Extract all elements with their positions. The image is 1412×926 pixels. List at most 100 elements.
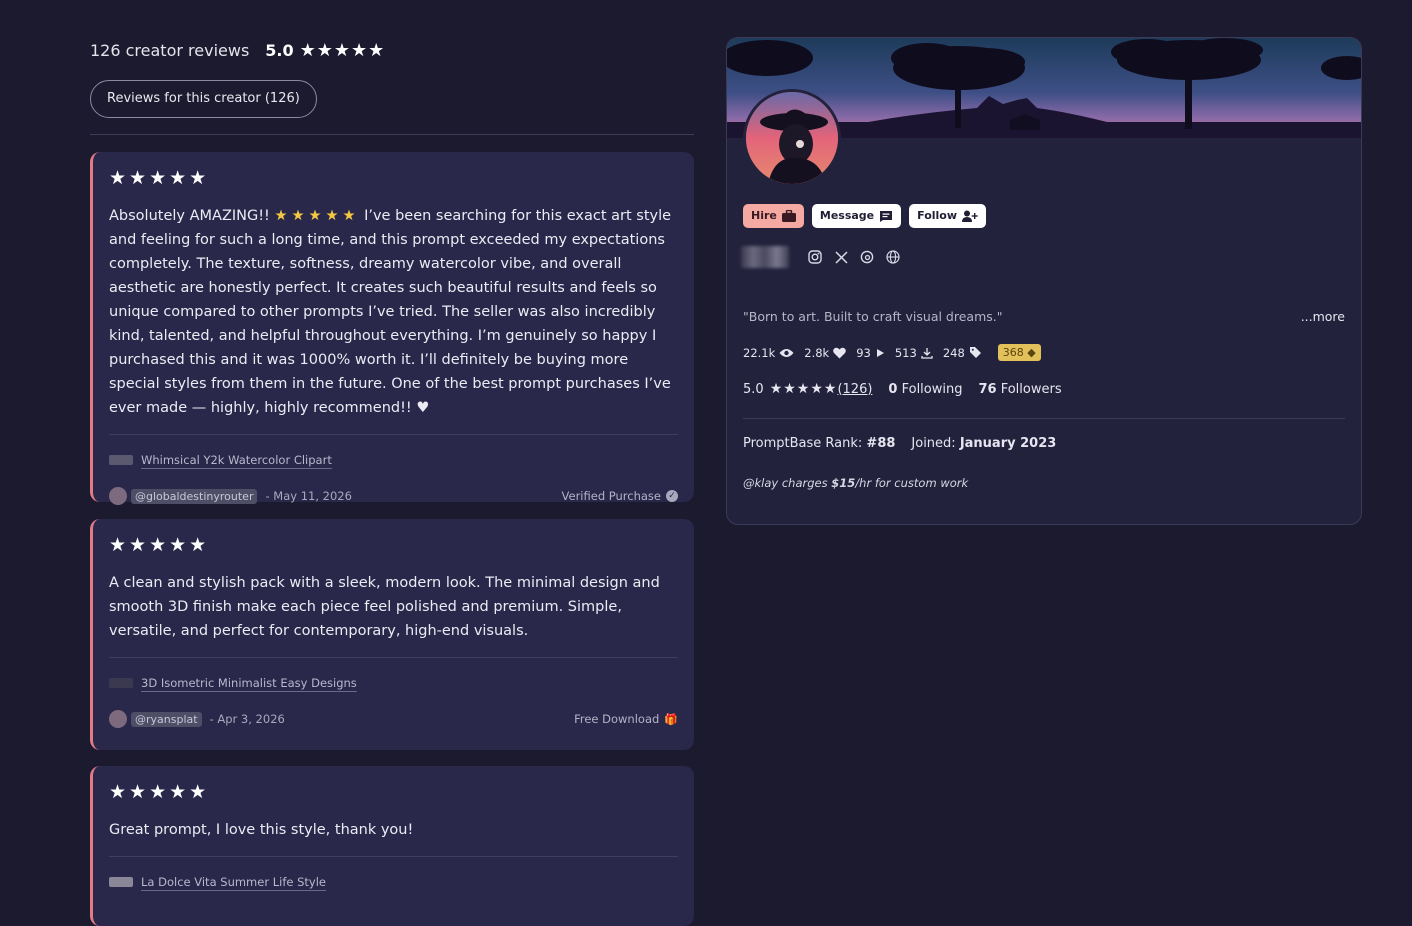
check-icon: ✓: [666, 490, 678, 502]
message-button[interactable]: Message: [811, 204, 902, 228]
review-text: A clean and stylish pack with a sleek, m…: [109, 575, 660, 639]
review-text: Great prompt, I love this style, thank y…: [109, 822, 414, 838]
reviewer-handle[interactable]: @ryansplat: [131, 711, 202, 727]
review-meta: @globaldestinyrouter - May 11, 2026 Veri…: [109, 483, 678, 509]
social-links: [741, 246, 901, 268]
review-date: - May 11, 2026: [265, 489, 352, 503]
star-rating-icon: ★★★★★: [299, 39, 386, 61]
followers-count[interactable]: 76 Followers: [978, 382, 1061, 397]
avatar[interactable]: [109, 710, 127, 728]
review-stars-icon: ★★★★★: [109, 534, 210, 556]
threads-icon[interactable]: [859, 249, 875, 265]
heart-icon: [833, 347, 847, 358]
rank-label: PromptBase Rank:: [743, 436, 867, 451]
runs-stat: 93: [856, 346, 885, 360]
reviews-column: 126 creator reviews 5.0 ★★★★★ Reviews fo…: [90, 36, 694, 926]
review-card: ★★★★★ Absolutely AMAZING!! ★★★★★ I’ve be…: [90, 152, 694, 505]
views-count: 22.1k: [743, 345, 776, 360]
charges-suffix: /hr for custom work: [855, 476, 969, 490]
creator-name-blurred: [741, 246, 789, 268]
review-product[interactable]: Whimsical Y2k Watercolor Clipart: [109, 447, 678, 473]
star-rating-icon: ★★★★★: [769, 381, 838, 397]
runs-count: 93: [856, 345, 871, 360]
review-card: ★★★★★ A clean and stylish pack with a sl…: [90, 519, 694, 750]
product-link[interactable]: Whimsical Y2k Watercolor Clipart: [141, 453, 332, 467]
review-text: Absolutely AMAZING!! ★★★★★ I’ve been sea…: [109, 204, 678, 420]
reviews-score: 5.0: [265, 40, 294, 60]
creator-rating: 5.0 ★★★★★ (126) 0 Following 76 Followers: [743, 381, 1062, 397]
follow-label: Follow: [917, 209, 958, 222]
product-link[interactable]: 3D Isometric Minimalist Easy Designs: [141, 676, 357, 690]
globe-icon[interactable]: [885, 249, 901, 265]
downloads-count: 513: [894, 345, 917, 360]
badge-label: Free Download: [574, 712, 660, 726]
joined-value: January 2023: [959, 436, 1057, 451]
hire-button[interactable]: Hire: [743, 204, 804, 228]
free-download-badge: Free Download 🎁: [574, 712, 678, 726]
verified-purchase-badge: Verified Purchase ✓: [562, 489, 678, 503]
follow-button[interactable]: Follow: [909, 204, 987, 228]
review-text-part: I’ve been searching for this exact art s…: [109, 208, 672, 416]
rank-info: PromptBase Rank: #88: [743, 436, 895, 451]
review-stars-icon: ★★★★★: [109, 167, 210, 189]
review-text-part: Absolutely AMAZING!!: [109, 208, 275, 224]
rating-score: 5.0: [743, 381, 764, 397]
divider: [109, 856, 678, 857]
more-link[interactable]: ...more: [1301, 309, 1345, 324]
creator-rank: PromptBase Rank: #88 Joined: January 202…: [743, 436, 1056, 451]
avatar[interactable]: [109, 487, 127, 505]
divider: [109, 657, 678, 658]
inline-stars-icon: ★★★★★: [274, 208, 360, 224]
followers-label: Followers: [996, 381, 1062, 397]
review-card: ★★★★★ Great prompt, I love this style, t…: [90, 766, 694, 926]
review-product[interactable]: La Dolce Vita Summer Life Style: [109, 869, 678, 895]
likes-stat: 2.8k: [804, 345, 847, 360]
add-user-icon: [962, 210, 978, 222]
creator-profile-card: Hire Message Follow "Born to art. Built …: [726, 37, 1362, 525]
review-product[interactable]: 3D Isometric Minimalist Easy Designs: [109, 670, 678, 696]
charges-rate: $15: [831, 476, 856, 490]
followers-number: 76: [978, 381, 997, 397]
prompts-stat: 248: [943, 346, 982, 360]
views-stat: 22.1k: [743, 346, 794, 360]
likes-count: 2.8k: [804, 345, 830, 360]
creator-bio: "Born to art. Built to craft visual drea…: [743, 309, 1345, 324]
reviews-filter-button[interactable]: Reviews for this creator (126): [90, 80, 317, 118]
message-label: Message: [819, 209, 875, 222]
following-label: Following: [897, 381, 963, 397]
reviewer-handle[interactable]: @globaldestinyrouter: [131, 488, 258, 504]
badge-label: Verified Purchase: [561, 489, 661, 503]
download-icon: [921, 347, 933, 359]
product-thumbnail: [109, 455, 133, 465]
profile-actions: Hire Message Follow: [743, 204, 987, 228]
chat-icon: [880, 210, 893, 222]
following-count[interactable]: 0 Following: [888, 382, 962, 397]
review-date: - Apr 3, 2026: [209, 712, 285, 726]
hire-label: Hire: [751, 209, 777, 222]
gift-icon: 🎁: [664, 712, 678, 726]
play-icon: [876, 348, 884, 357]
product-thumbnail: [109, 678, 133, 688]
review-meta: @ryansplat - Apr 3, 2026 Free Download 🎁: [109, 706, 678, 732]
hire-rate: @klay charges $15/hr for custom work: [743, 476, 968, 490]
divider: [90, 134, 694, 135]
reviews-count: 126 creator reviews: [90, 40, 250, 60]
bio-text: "Born to art. Built to craft visual drea…: [743, 309, 1003, 324]
creator-stats: 22.1k 2.8k 93 513 248 368 ◆: [743, 344, 1041, 361]
rating-count-link[interactable]: (126): [837, 382, 872, 397]
charges-text: @klay charges: [743, 476, 832, 490]
divider: [743, 418, 1345, 419]
briefcase-icon: [781, 210, 796, 222]
score-badge: 368 ◆: [997, 344, 1041, 361]
product-thumbnail: [109, 877, 133, 887]
review-stars-icon: ★★★★★: [109, 781, 210, 803]
divider: [109, 434, 678, 435]
x-twitter-icon[interactable]: [833, 249, 849, 265]
downloads-stat: 513: [895, 346, 933, 360]
reviews-summary: 126 creator reviews 5.0 ★★★★★: [90, 36, 694, 64]
product-link[interactable]: La Dolce Vita Summer Life Style: [141, 875, 326, 889]
instagram-icon[interactable]: [807, 249, 823, 265]
creator-avatar[interactable]: [743, 89, 841, 187]
joined-info: Joined: January 2023: [911, 436, 1056, 451]
prompts-count: 248: [942, 345, 965, 360]
